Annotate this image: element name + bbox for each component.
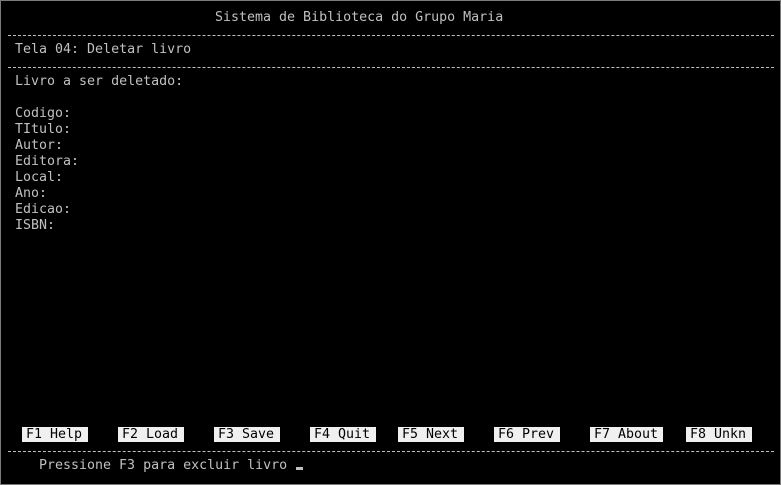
field-label-autor: Autor: <box>15 138 64 153</box>
delete-prompt: Livro a ser deletado: <box>15 74 184 89</box>
f5-next-key[interactable]: F5 Next <box>398 427 464 442</box>
app-title: Sistema de Biblioteca do Grupo Maria <box>215 10 504 25</box>
divider-top <box>8 35 774 36</box>
field-label-edicao: Edicao: <box>15 202 72 217</box>
status-message: Pressione F3 para excluir livro <box>39 458 288 473</box>
divider-bottom <box>8 451 774 452</box>
screen-title: Tela 04: Deletar livro <box>15 42 192 57</box>
field-label-ano: Ano: <box>15 186 48 201</box>
f6-prev-key[interactable]: F6 Prev <box>494 427 560 442</box>
f7-about-key[interactable]: F7 About <box>590 427 663 442</box>
f3-save-key[interactable]: F3 Save <box>214 427 280 442</box>
divider-header <box>8 67 774 68</box>
field-label-local: Local: <box>15 170 64 185</box>
field-label-titulo: TItulo: <box>15 122 72 137</box>
f2-load-key[interactable]: F2 Load <box>118 427 184 442</box>
terminal-window: Sistema de Biblioteca do Grupo Maria Tel… <box>0 0 781 485</box>
f4-quit-key[interactable]: F4 Quit <box>310 427 376 442</box>
f1-help-key[interactable]: F1 Help <box>22 427 88 442</box>
field-label-isbn: ISBN: <box>15 218 56 233</box>
status-line: Pressione F3 para excluir livro <box>39 458 304 474</box>
field-label-codigo: Codigo: <box>15 106 72 121</box>
field-label-editora: Editora: <box>15 154 80 169</box>
text-cursor <box>296 467 304 470</box>
f8-unkn-key[interactable]: F8 Unkn <box>686 427 752 442</box>
